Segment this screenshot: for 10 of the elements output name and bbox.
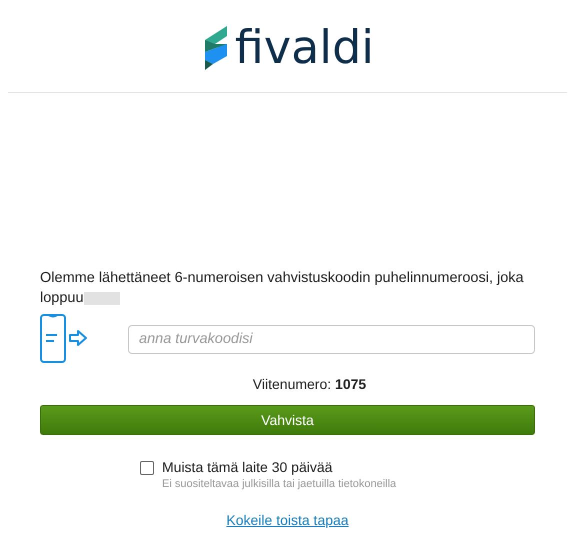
remember-checkbox[interactable] <box>140 461 154 475</box>
try-another-way-link[interactable]: Kokeile toista tapaa <box>226 512 349 528</box>
logo-text: fivaldi <box>234 24 374 70</box>
security-code-field[interactable]: anna turvakoodisi <box>128 324 535 354</box>
remember-hint: Ei suositeltavaa julkisilla tai jaetuilla tietokoneilla <box>162 478 396 490</box>
phone-arrow-icon <box>40 314 90 364</box>
remember-label: Muista tämä laite 30 päivää <box>162 459 334 475</box>
intro-text: Olemme lähettäneet 6-numeroisen vahvistuskoodin puhelinnumeroosi, joka loppuu <box>40 270 524 306</box>
reference-number: Viitenumero: 1075 <box>252 376 366 392</box>
confirm-button[interactable]: Vahvista <box>40 405 535 435</box>
